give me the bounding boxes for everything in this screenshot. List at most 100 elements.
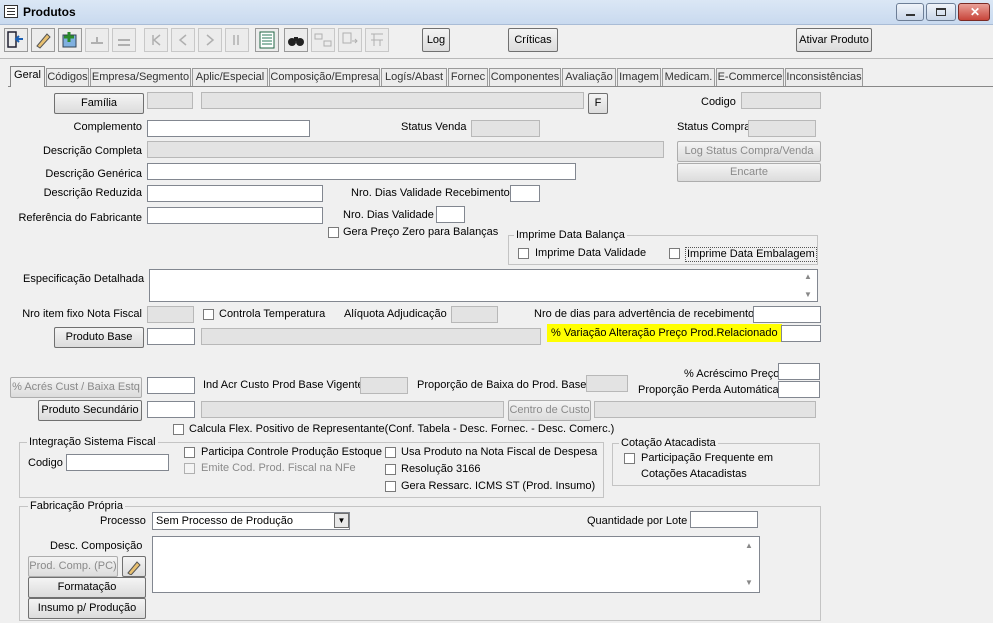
controla-temperatura-label: Controla Temperatura — [219, 308, 326, 320]
aliquota-label: Alíquota Adjudicação — [344, 308, 447, 320]
log-status-button[interactable]: Log Status Compra/Venda — [677, 141, 821, 162]
composicao-scroll-down-icon[interactable]: ▼ — [745, 578, 753, 587]
acres-cust-input[interactable] — [147, 377, 195, 394]
centro-custo-button[interactable]: Centro de Custo — [508, 400, 591, 421]
prod-comp-button[interactable]: Prod. Comp. (PC) — [28, 556, 118, 577]
imprime-data-balanca-legend: Imprime Data Balança — [514, 229, 627, 242]
proporcao-perda-input[interactable] — [778, 381, 820, 398]
desc-composicao-label: Desc. Composição — [50, 540, 143, 552]
gera-preco-zero-label: Gera Preço Zero para Balanças — [343, 226, 499, 238]
structure-icon[interactable] — [311, 28, 335, 52]
tab-logis-abast[interactable]: Logís/Abast — [381, 68, 447, 86]
acrescimo-preco-input[interactable] — [778, 363, 820, 380]
processo-dropdown-icon[interactable]: ▼ — [334, 513, 349, 528]
aliquota-field — [451, 306, 498, 323]
previous-record-icon[interactable] — [171, 28, 195, 52]
especificacao-textarea[interactable] — [149, 269, 818, 302]
quantidade-lote-input[interactable] — [690, 511, 758, 528]
imprime-data-embalagem-checkbox[interactable] — [669, 248, 680, 259]
imprime-data-validade-label: Imprime Data Validade — [535, 247, 647, 259]
acrescimo-preco-label: % Acréscimo Preço — [684, 368, 780, 380]
emite-cod-checkbox[interactable] — [184, 463, 195, 474]
descricao-reduzida-input[interactable] — [147, 185, 323, 202]
hierarchy-icon[interactable] — [365, 28, 389, 52]
especificacao-scroll-down-icon[interactable]: ▼ — [804, 290, 812, 299]
search-binoculars-icon[interactable] — [284, 28, 308, 52]
tab-medicam[interactable]: Medicam. — [662, 68, 715, 86]
processo-select[interactable]: Sem Processo de Produção — [152, 512, 350, 530]
edit-pencil-icon[interactable] — [31, 28, 55, 52]
participa-controle-checkbox[interactable] — [184, 447, 195, 458]
tab-fornec[interactable]: Fornec — [448, 68, 488, 86]
produto-base-input[interactable] — [147, 328, 195, 345]
dias-validade-input[interactable] — [436, 206, 465, 223]
tab-geral[interactable]: Geral — [10, 66, 45, 87]
insumo-producao-button[interactable]: Insumo p/ Produção — [28, 598, 146, 619]
exit-icon[interactable] — [4, 28, 28, 52]
produto-secundario-input[interactable] — [147, 401, 195, 418]
descricao-reduzida-label: Descrição Reduzida — [43, 187, 142, 199]
tab-composicao-empresa[interactable]: Composição/Empresa — [269, 68, 380, 86]
log-button[interactable]: Log — [422, 28, 450, 52]
add-icon[interactable] — [58, 28, 82, 52]
encarte-button[interactable]: Encarte — [677, 163, 821, 182]
remove-icon[interactable] — [112, 28, 136, 52]
tab-inconsistencias[interactable]: Inconsistências — [785, 68, 863, 86]
criticas-button[interactable]: Críticas — [508, 28, 558, 52]
nro-dias-advertencia-input[interactable] — [753, 306, 821, 323]
referencia-fabricante-input[interactable] — [147, 207, 323, 224]
ind-acr-label: Ind Acr Custo Prod Base Vigente — [203, 379, 364, 391]
codigo-label: Codigo — [701, 96, 736, 108]
tab-e-commerce[interactable]: E-Commerce — [716, 68, 784, 86]
participacao-frequente-checkbox[interactable] — [624, 453, 635, 464]
variacao-preco-input[interactable] — [781, 325, 821, 342]
complemento-input[interactable] — [147, 120, 310, 137]
cotacao-atacadista-legend: Cotação Atacadista — [619, 437, 718, 450]
formatacao-button[interactable]: Formatação — [28, 577, 146, 598]
controla-temperatura-checkbox[interactable] — [203, 309, 214, 320]
gera-ressarc-checkbox[interactable] — [385, 481, 396, 492]
acres-cust-button[interactable]: % Acrés Cust / Baixa Estq — [10, 377, 142, 398]
referencia-fabricante-label: Referência do Fabricante — [18, 212, 142, 224]
f-button[interactable]: F — [588, 93, 608, 114]
especificacao-scroll-up-icon[interactable]: ▲ — [804, 272, 812, 281]
next-record-icon[interactable] — [198, 28, 222, 52]
imprime-data-validade-checkbox[interactable] — [518, 248, 529, 259]
usa-produto-nf-checkbox[interactable] — [385, 447, 396, 458]
integracao-fiscal-legend: Integração Sistema Fiscal — [27, 436, 158, 449]
tab-aplic-especial[interactable]: Aplic/Especial — [192, 68, 268, 86]
desc-composicao-textarea[interactable] — [152, 536, 760, 593]
first-record-icon[interactable] — [144, 28, 168, 52]
dias-validade-receb-input[interactable] — [510, 185, 540, 202]
codigo-field — [741, 92, 821, 109]
tab-empresa-segmento[interactable]: Empresa/Segmento — [90, 68, 191, 86]
descricao-generica-input[interactable] — [147, 163, 576, 180]
maximize-button[interactable] — [926, 3, 956, 21]
tab-componentes[interactable]: Componentes — [489, 68, 561, 86]
list-view-icon[interactable] — [255, 28, 279, 52]
integracao-codigo-input[interactable] — [66, 454, 169, 471]
familia-button[interactable]: Família — [54, 93, 144, 114]
minimize-button[interactable] — [896, 3, 924, 21]
edit-composicao-button[interactable] — [122, 556, 146, 577]
ativar-produto-button[interactable]: Ativar Produto — [796, 28, 872, 52]
produto-base-button[interactable]: Produto Base — [54, 327, 144, 348]
close-button[interactable]: ✕ — [958, 3, 990, 21]
app-icon — [4, 5, 18, 18]
descricao-completa-label: Descrição Completa — [42, 145, 142, 157]
processo-label: Processo — [100, 515, 146, 527]
proporcao-baixa-label: Proporção de Baixa do Prod. Base — [417, 379, 587, 391]
produto-secundario-button[interactable]: Produto Secundário — [38, 400, 142, 421]
last-record-icon[interactable] — [225, 28, 249, 52]
tab-imagem[interactable]: Imagem — [617, 68, 661, 86]
composicao-scroll-up-icon[interactable]: ▲ — [745, 541, 753, 550]
insert-icon[interactable] — [85, 28, 109, 52]
gera-preco-zero-checkbox[interactable] — [328, 227, 339, 238]
tab-codigos[interactable]: Códigos — [46, 68, 89, 86]
resolucao-checkbox[interactable] — [385, 464, 396, 475]
participa-controle-label: Participa Controle Produção Estoque — [201, 446, 382, 458]
tab-avaliacao[interactable]: Avaliação — [562, 68, 616, 86]
quantidade-lote-label: Quantidade por Lote — [587, 515, 688, 527]
calcula-flex-checkbox[interactable] — [173, 424, 184, 435]
copy-structure-icon[interactable] — [338, 28, 362, 52]
